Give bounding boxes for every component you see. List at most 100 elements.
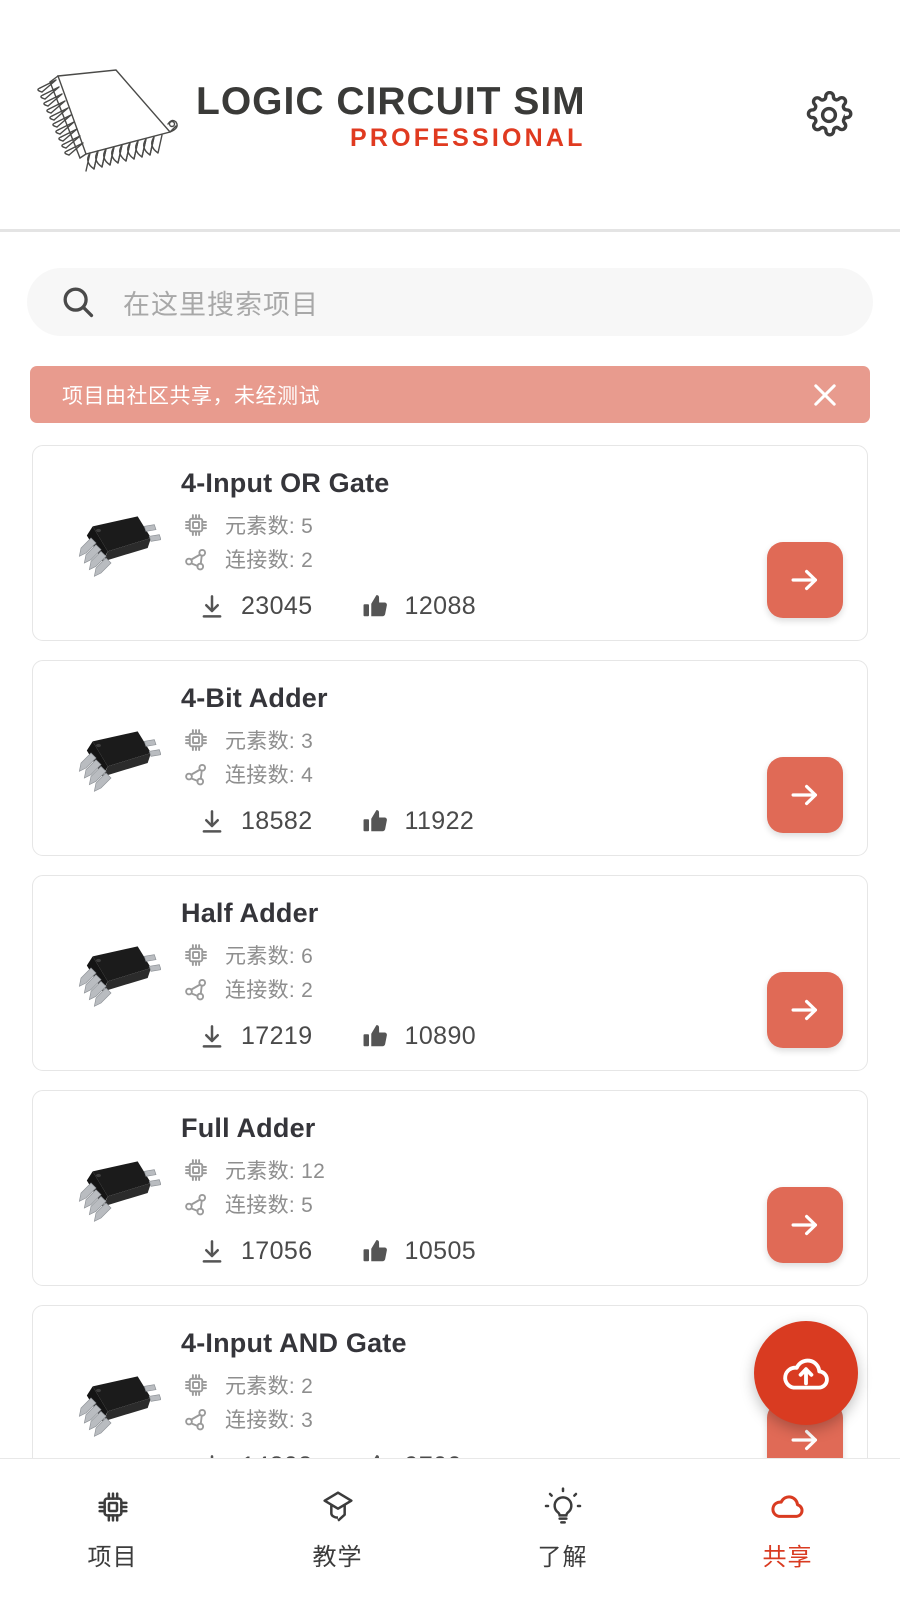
download-icon bbox=[202, 1024, 222, 1048]
likes-stat: 11922 bbox=[359, 806, 475, 838]
downloads-value: 17219 bbox=[241, 1022, 313, 1050]
thumbs-up-icon bbox=[363, 1024, 387, 1046]
banner-message: 项目由社区共享，未经测试 bbox=[62, 384, 320, 408]
project-title: 4-Input AND Gate bbox=[181, 1327, 407, 1358]
open-project-button[interactable] bbox=[767, 972, 843, 1048]
thumbs-up-icon bbox=[363, 1239, 387, 1261]
connections-count-label: 连接数: 2 bbox=[225, 548, 314, 572]
project-stats-row: 17219 10890 bbox=[181, 1021, 767, 1053]
arrow-right-icon bbox=[791, 1429, 818, 1451]
search-placeholder-text: 在这里搜索项目 bbox=[123, 289, 319, 320]
project-chip-thumbnail bbox=[78, 1376, 161, 1437]
thumbs-up-icon bbox=[363, 809, 387, 831]
likes-value: 12088 bbox=[404, 592, 477, 620]
project-list[interactable]: 4-Input OR Gate 元素数: 5 连接数: 2 23045 1208… bbox=[0, 445, 900, 1475]
downloads-stat: 18582 bbox=[197, 807, 313, 837]
chip-icon bbox=[185, 728, 207, 751]
search-icon bbox=[63, 287, 94, 318]
connections-icon bbox=[185, 763, 207, 785]
project-title: 4-Bit Adder bbox=[181, 682, 328, 713]
project-chip-thumbnail bbox=[78, 1161, 161, 1222]
bottom-navigation[interactable]: 项目 教学 了解 共享 bbox=[0, 1458, 900, 1600]
upload-project-fab[interactable] bbox=[754, 1321, 858, 1425]
cloud-upload-icon bbox=[783, 1358, 829, 1390]
settings-button[interactable] bbox=[800, 86, 858, 144]
arrow-right-icon bbox=[791, 784, 818, 806]
connections-meta-row: 连接数: 2 bbox=[181, 543, 767, 575]
elements-count-label: 元素数: 3 bbox=[225, 729, 314, 753]
brand-logo: LOGIC CIRCUIT SIM PROFESSIONAL bbox=[20, 58, 586, 178]
lightbulb-icon bbox=[544, 1487, 581, 1524]
elements-count-label: 元素数: 2 bbox=[225, 1374, 314, 1398]
connections-count-label: 连接数: 2 bbox=[225, 978, 314, 1002]
elements-meta-row: 元素数: 2 bbox=[181, 1369, 767, 1401]
project-card[interactable]: 4-Input AND Gate 元素数: 2 连接数: 3 14808 970… bbox=[32, 1305, 868, 1475]
nav-item-chip[interactable]: 项目 bbox=[0, 1487, 225, 1572]
project-info: Half Adder 元素数: 6 连接数: 2 17219 10890 bbox=[181, 894, 767, 1053]
brand-subtitle: PROFESSIONAL bbox=[350, 124, 586, 153]
chip-icon bbox=[185, 1158, 207, 1181]
project-chip-thumbnail bbox=[78, 946, 161, 1007]
download-icon bbox=[202, 594, 222, 618]
likes-stat: 10505 bbox=[359, 1236, 477, 1268]
thumbs-up-icon bbox=[363, 594, 387, 616]
downloads-stat: 17056 bbox=[197, 1237, 313, 1267]
chip-icon bbox=[97, 1492, 128, 1522]
search-input[interactable]: 在这里搜索项目 bbox=[27, 268, 873, 336]
arrow-right-icon bbox=[791, 1214, 818, 1236]
nav-item-label: 共享 bbox=[762, 1544, 813, 1571]
connections-count-label: 连接数: 3 bbox=[225, 1408, 314, 1432]
connections-icon bbox=[185, 1193, 207, 1215]
connections-meta-row: 连接数: 2 bbox=[181, 973, 767, 1005]
download-icon bbox=[202, 1239, 222, 1263]
connections-icon bbox=[185, 1408, 207, 1430]
downloads-stat: 17219 bbox=[197, 1022, 313, 1052]
open-project-button[interactable] bbox=[767, 542, 843, 618]
connections-meta-row: 连接数: 4 bbox=[181, 758, 767, 790]
nav-item-lightbulb[interactable]: 了解 bbox=[450, 1487, 675, 1572]
likes-stat: 10890 bbox=[359, 1021, 477, 1053]
elements-count-label: 元素数: 6 bbox=[225, 944, 314, 968]
chip-icon bbox=[185, 513, 207, 536]
project-card[interactable]: 4-Bit Adder 元素数: 3 连接数: 4 18582 11922 bbox=[32, 660, 868, 856]
project-stats-row: 18582 11922 bbox=[181, 806, 767, 838]
project-card[interactable]: Half Adder 元素数: 6 连接数: 2 17219 10890 bbox=[32, 875, 868, 1071]
project-card[interactable]: Full Adder 元素数: 12 连接数: 5 17056 10505 bbox=[32, 1090, 868, 1286]
graduation-cap-icon bbox=[322, 1491, 353, 1522]
likes-stat: 12088 bbox=[359, 591, 477, 623]
open-project-button[interactable] bbox=[767, 1187, 843, 1263]
nav-item-cloud[interactable]: 共享 bbox=[675, 1487, 900, 1572]
brand-wordmark: LOGIC CIRCUIT SIM PROFESSIONAL bbox=[196, 80, 586, 153]
downloads-value: 23045 bbox=[241, 592, 313, 620]
elements-meta-row: 元素数: 12 bbox=[181, 1154, 767, 1186]
project-title: 4-Input OR Gate bbox=[181, 467, 390, 498]
elements-count-label: 元素数: 12 bbox=[225, 1159, 326, 1183]
open-project-button[interactable] bbox=[767, 757, 843, 833]
banner-close-button[interactable] bbox=[806, 376, 844, 414]
project-stats-row: 17056 10505 bbox=[181, 1236, 767, 1268]
nav-item-label: 项目 bbox=[87, 1544, 138, 1571]
downloads-value: 18582 bbox=[241, 807, 313, 835]
close-icon bbox=[814, 383, 836, 406]
project-info: Full Adder 元素数: 12 连接数: 5 17056 10505 bbox=[181, 1109, 767, 1268]
elements-count-label: 元素数: 5 bbox=[225, 514, 314, 538]
elements-meta-row: 元素数: 5 bbox=[181, 509, 767, 541]
nav-item-label: 教学 bbox=[312, 1544, 363, 1571]
likes-value: 10505 bbox=[404, 1237, 477, 1265]
arrow-right-icon bbox=[791, 569, 818, 591]
likes-value: 10890 bbox=[404, 1022, 477, 1050]
elements-meta-row: 元素数: 3 bbox=[181, 724, 767, 756]
connections-icon bbox=[185, 978, 207, 1000]
project-info: 4-Input OR Gate 元素数: 5 连接数: 2 23045 1208… bbox=[181, 464, 767, 623]
likes-value: 11922 bbox=[404, 807, 475, 835]
brand-title: LOGIC CIRCUIT SIM bbox=[196, 80, 586, 124]
nav-item-graduation-cap[interactable]: 教学 bbox=[225, 1487, 450, 1572]
app-header: LOGIC CIRCUIT SIM PROFESSIONAL bbox=[0, 0, 900, 232]
downloads-stat: 23045 bbox=[197, 592, 313, 622]
connections-count-label: 连接数: 4 bbox=[225, 763, 314, 787]
project-card[interactable]: 4-Input OR Gate 元素数: 5 连接数: 2 23045 1208… bbox=[32, 445, 868, 641]
project-info: 4-Bit Adder 元素数: 3 连接数: 4 18582 11922 bbox=[181, 679, 767, 838]
download-icon bbox=[202, 809, 222, 833]
connections-icon bbox=[185, 548, 207, 570]
connections-count-label: 连接数: 5 bbox=[225, 1193, 314, 1217]
